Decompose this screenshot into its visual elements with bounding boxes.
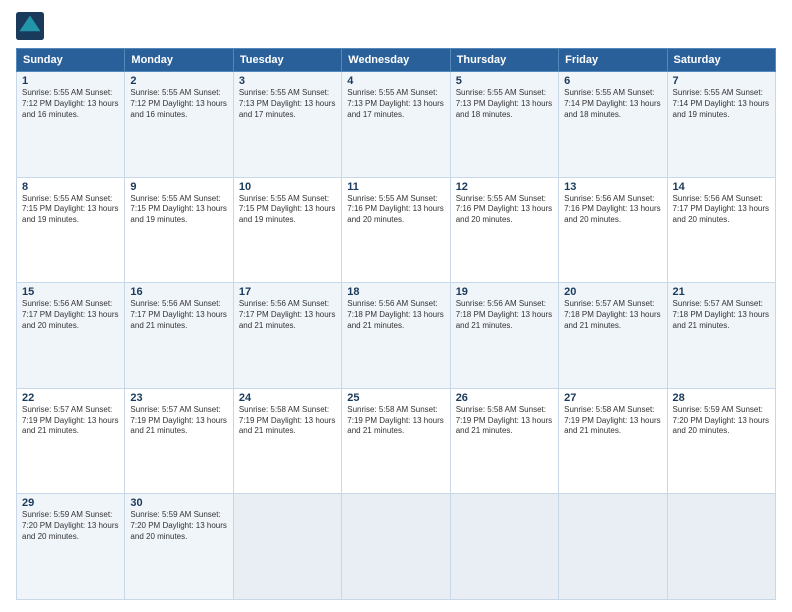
calendar-table: SundayMondayTuesdayWednesdayThursdayFrid… bbox=[16, 48, 776, 600]
table-row: 3Sunrise: 5:55 AM Sunset: 7:13 PM Daylig… bbox=[233, 72, 341, 178]
table-row: 10Sunrise: 5:55 AM Sunset: 7:15 PM Dayli… bbox=[233, 177, 341, 283]
table-row: 5Sunrise: 5:55 AM Sunset: 7:13 PM Daylig… bbox=[450, 72, 558, 178]
table-row: 26Sunrise: 5:58 AM Sunset: 7:19 PM Dayli… bbox=[450, 388, 558, 494]
table-row: 23Sunrise: 5:57 AM Sunset: 7:19 PM Dayli… bbox=[125, 388, 233, 494]
table-row: 9Sunrise: 5:55 AM Sunset: 7:15 PM Daylig… bbox=[125, 177, 233, 283]
table-row: 8Sunrise: 5:55 AM Sunset: 7:15 PM Daylig… bbox=[17, 177, 125, 283]
week-row-1: 1Sunrise: 5:55 AM Sunset: 7:12 PM Daylig… bbox=[17, 72, 776, 178]
weekday-monday: Monday bbox=[125, 49, 233, 72]
table-row: 29Sunrise: 5:59 AM Sunset: 7:20 PM Dayli… bbox=[17, 494, 125, 600]
weekday-saturday: Saturday bbox=[667, 49, 775, 72]
week-row-3: 15Sunrise: 5:56 AM Sunset: 7:17 PM Dayli… bbox=[17, 283, 776, 389]
table-row bbox=[450, 494, 558, 600]
table-row: 20Sunrise: 5:57 AM Sunset: 7:18 PM Dayli… bbox=[559, 283, 667, 389]
table-row: 28Sunrise: 5:59 AM Sunset: 7:20 PM Dayli… bbox=[667, 388, 775, 494]
table-row: 12Sunrise: 5:55 AM Sunset: 7:16 PM Dayli… bbox=[450, 177, 558, 283]
weekday-thursday: Thursday bbox=[450, 49, 558, 72]
table-row: 7Sunrise: 5:55 AM Sunset: 7:14 PM Daylig… bbox=[667, 72, 775, 178]
table-row: 1Sunrise: 5:55 AM Sunset: 7:12 PM Daylig… bbox=[17, 72, 125, 178]
table-row: 18Sunrise: 5:56 AM Sunset: 7:18 PM Dayli… bbox=[342, 283, 450, 389]
table-row: 25Sunrise: 5:58 AM Sunset: 7:19 PM Dayli… bbox=[342, 388, 450, 494]
week-row-4: 22Sunrise: 5:57 AM Sunset: 7:19 PM Dayli… bbox=[17, 388, 776, 494]
table-row: 14Sunrise: 5:56 AM Sunset: 7:17 PM Dayli… bbox=[667, 177, 775, 283]
table-row: 19Sunrise: 5:56 AM Sunset: 7:18 PM Dayli… bbox=[450, 283, 558, 389]
page: SundayMondayTuesdayWednesdayThursdayFrid… bbox=[0, 0, 792, 612]
week-row-5: 29Sunrise: 5:59 AM Sunset: 7:20 PM Dayli… bbox=[17, 494, 776, 600]
weekday-wednesday: Wednesday bbox=[342, 49, 450, 72]
table-row bbox=[233, 494, 341, 600]
table-row: 27Sunrise: 5:58 AM Sunset: 7:19 PM Dayli… bbox=[559, 388, 667, 494]
table-row: 4Sunrise: 5:55 AM Sunset: 7:13 PM Daylig… bbox=[342, 72, 450, 178]
table-row: 15Sunrise: 5:56 AM Sunset: 7:17 PM Dayli… bbox=[17, 283, 125, 389]
table-row bbox=[342, 494, 450, 600]
weekday-sunday: Sunday bbox=[17, 49, 125, 72]
table-row bbox=[667, 494, 775, 600]
table-row: 13Sunrise: 5:56 AM Sunset: 7:16 PM Dayli… bbox=[559, 177, 667, 283]
weekday-header-row: SundayMondayTuesdayWednesdayThursdayFrid… bbox=[17, 49, 776, 72]
table-row: 2Sunrise: 5:55 AM Sunset: 7:12 PM Daylig… bbox=[125, 72, 233, 178]
table-row: 30Sunrise: 5:59 AM Sunset: 7:20 PM Dayli… bbox=[125, 494, 233, 600]
header bbox=[16, 12, 776, 40]
weekday-friday: Friday bbox=[559, 49, 667, 72]
table-row: 21Sunrise: 5:57 AM Sunset: 7:18 PM Dayli… bbox=[667, 283, 775, 389]
week-row-2: 8Sunrise: 5:55 AM Sunset: 7:15 PM Daylig… bbox=[17, 177, 776, 283]
table-row bbox=[559, 494, 667, 600]
table-row: 11Sunrise: 5:55 AM Sunset: 7:16 PM Dayli… bbox=[342, 177, 450, 283]
table-row: 22Sunrise: 5:57 AM Sunset: 7:19 PM Dayli… bbox=[17, 388, 125, 494]
logo-icon bbox=[16, 12, 44, 40]
table-row: 16Sunrise: 5:56 AM Sunset: 7:17 PM Dayli… bbox=[125, 283, 233, 389]
table-row: 24Sunrise: 5:58 AM Sunset: 7:19 PM Dayli… bbox=[233, 388, 341, 494]
table-row: 17Sunrise: 5:56 AM Sunset: 7:17 PM Dayli… bbox=[233, 283, 341, 389]
weekday-tuesday: Tuesday bbox=[233, 49, 341, 72]
logo bbox=[16, 12, 48, 40]
table-row: 6Sunrise: 5:55 AM Sunset: 7:14 PM Daylig… bbox=[559, 72, 667, 178]
